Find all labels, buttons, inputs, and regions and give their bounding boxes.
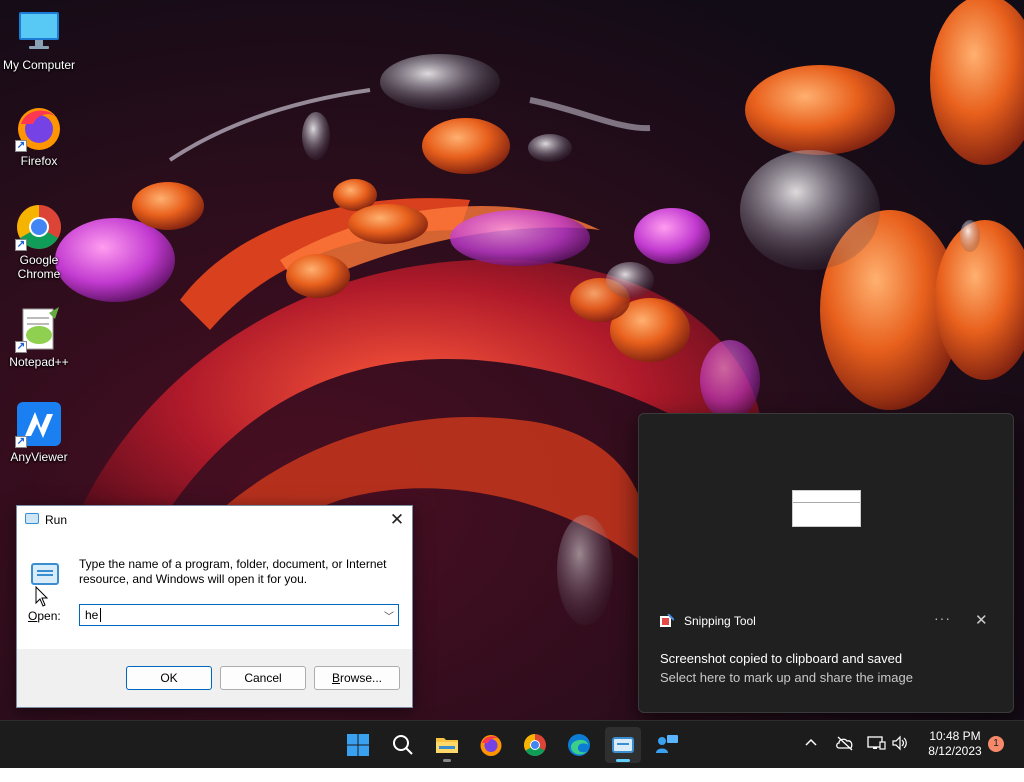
open-input[interactable]: he — [85, 608, 98, 622]
open-label-mnemonic: O — [28, 609, 38, 623]
open-label-text: pen: — [37, 609, 61, 623]
screenshot-thumbnail[interactable] — [792, 490, 861, 527]
notification-count-badge[interactable]: 1 — [988, 736, 1004, 752]
desktop-icon-label: My Computer — [2, 58, 76, 72]
desktop-icon-my-computer[interactable]: My Computer — [2, 8, 76, 72]
network-icon — [867, 736, 886, 750]
firefox-icon — [480, 735, 502, 756]
snipping-tool-icon — [660, 614, 674, 627]
open-combobox[interactable]: he ﹀ — [79, 604, 399, 626]
anyviewer-icon — [656, 735, 678, 753]
run-titlebar[interactable]: Run ✕ — [17, 506, 412, 534]
notification-subtitle: Select here to mark up and share the ima… — [660, 670, 913, 685]
desktop-icon-anyviewer[interactable]: ↗ AnyViewer — [2, 400, 76, 464]
taskbar-run[interactable] — [605, 727, 641, 763]
desktop-icon-notepad-plus-plus[interactable]: ↗ Notepad++ — [2, 305, 76, 369]
chevron-up-icon — [805, 738, 817, 746]
browse-label-text: rowse... — [340, 671, 383, 685]
close-icon: ✕ — [389, 510, 405, 529]
windows-logo-icon — [347, 734, 369, 756]
firefox-icon: ↗ — [15, 104, 63, 152]
text-caret — [100, 608, 101, 622]
running-indicator — [443, 759, 451, 762]
dismiss-notification-icon[interactable]: ✕ — [975, 611, 988, 629]
browse-label-mnemonic: B — [331, 671, 340, 685]
show-hidden-icons-button[interactable] — [803, 735, 819, 782]
active-indicator — [616, 759, 630, 762]
desktop-icon-label: Google Chrome — [17, 253, 61, 281]
taskbar-chrome[interactable] — [517, 727, 553, 763]
taskbar-clock[interactable]: 10:48 PM 8/12/2023 — [918, 729, 992, 759]
close-button[interactable]: ✕ — [382, 506, 412, 534]
edge-icon — [568, 734, 590, 756]
chrome-icon — [524, 734, 546, 756]
network-button[interactable] — [866, 735, 886, 782]
run-body: Type the name of a program, folder, docu… — [17, 534, 412, 649]
desktop-icon-google-chrome[interactable]: ↗ Google Chrome — [2, 203, 76, 281]
browse-button[interactable]: Browse... — [314, 666, 400, 690]
shortcut-arrow-icon: ↗ — [15, 341, 27, 353]
cloud-off-icon — [836, 736, 853, 751]
chrome-icon: ↗ — [15, 203, 63, 251]
volume-button[interactable] — [891, 735, 909, 782]
run-description: Type the name of a program, folder, docu… — [79, 557, 387, 586]
notification-title: Screenshot copied to clipboard and saved — [660, 651, 903, 666]
anyviewer-icon: ↗ — [15, 400, 63, 448]
open-label: Open: — [28, 609, 61, 623]
shortcut-arrow-icon: ↗ — [15, 140, 27, 152]
mouse-pointer-icon — [35, 586, 49, 607]
cancel-button[interactable]: Cancel — [220, 666, 306, 690]
notification-app-name: Snipping Tool — [684, 614, 756, 628]
run-title: Run — [45, 513, 68, 527]
speaker-icon — [892, 735, 907, 751]
ok-button[interactable]: OK — [126, 666, 212, 690]
taskbar-firefox[interactable] — [473, 727, 509, 763]
snipping-tool-notification[interactable]: Snipping Tool ··· ✕ Screenshot copied to… — [638, 413, 1014, 713]
desktop-icon-label: Firefox — [20, 154, 58, 168]
run-program-icon — [31, 563, 59, 585]
shortcut-arrow-icon: ↗ — [15, 436, 27, 448]
desktop-icon-label: Notepad++ — [9, 355, 69, 369]
search-icon — [393, 735, 413, 755]
chevron-down-icon[interactable]: ﹀ — [384, 608, 394, 623]
start-button[interactable] — [340, 727, 376, 763]
taskbar: 10:48 PM 8/12/2023 — [0, 720, 1024, 768]
desktop-icon-firefox[interactable]: ↗ Firefox — [2, 104, 76, 168]
shortcut-arrow-icon: ↗ — [15, 239, 27, 251]
more-options-icon[interactable]: ··· — [934, 610, 951, 626]
run-app-icon — [25, 513, 39, 524]
taskbar-edge[interactable] — [561, 727, 597, 763]
taskbar-anyviewer[interactable] — [649, 727, 685, 763]
monitor-icon — [15, 8, 63, 56]
clock-date: 8/12/2023 — [928, 744, 982, 758]
taskbar-file-explorer[interactable] — [429, 727, 465, 763]
search-button[interactable] — [385, 727, 421, 763]
run-dialog: Run ✕ Type the name of a program, folder… — [16, 505, 413, 708]
run-icon — [612, 737, 634, 753]
clock-time: 10:48 PM — [929, 729, 981, 743]
folder-icon — [436, 738, 458, 753]
onedrive-button[interactable] — [835, 735, 855, 782]
desktop-icon-label: AnyViewer — [10, 450, 68, 464]
notepad-plus-plus-icon: ↗ — [15, 305, 63, 353]
